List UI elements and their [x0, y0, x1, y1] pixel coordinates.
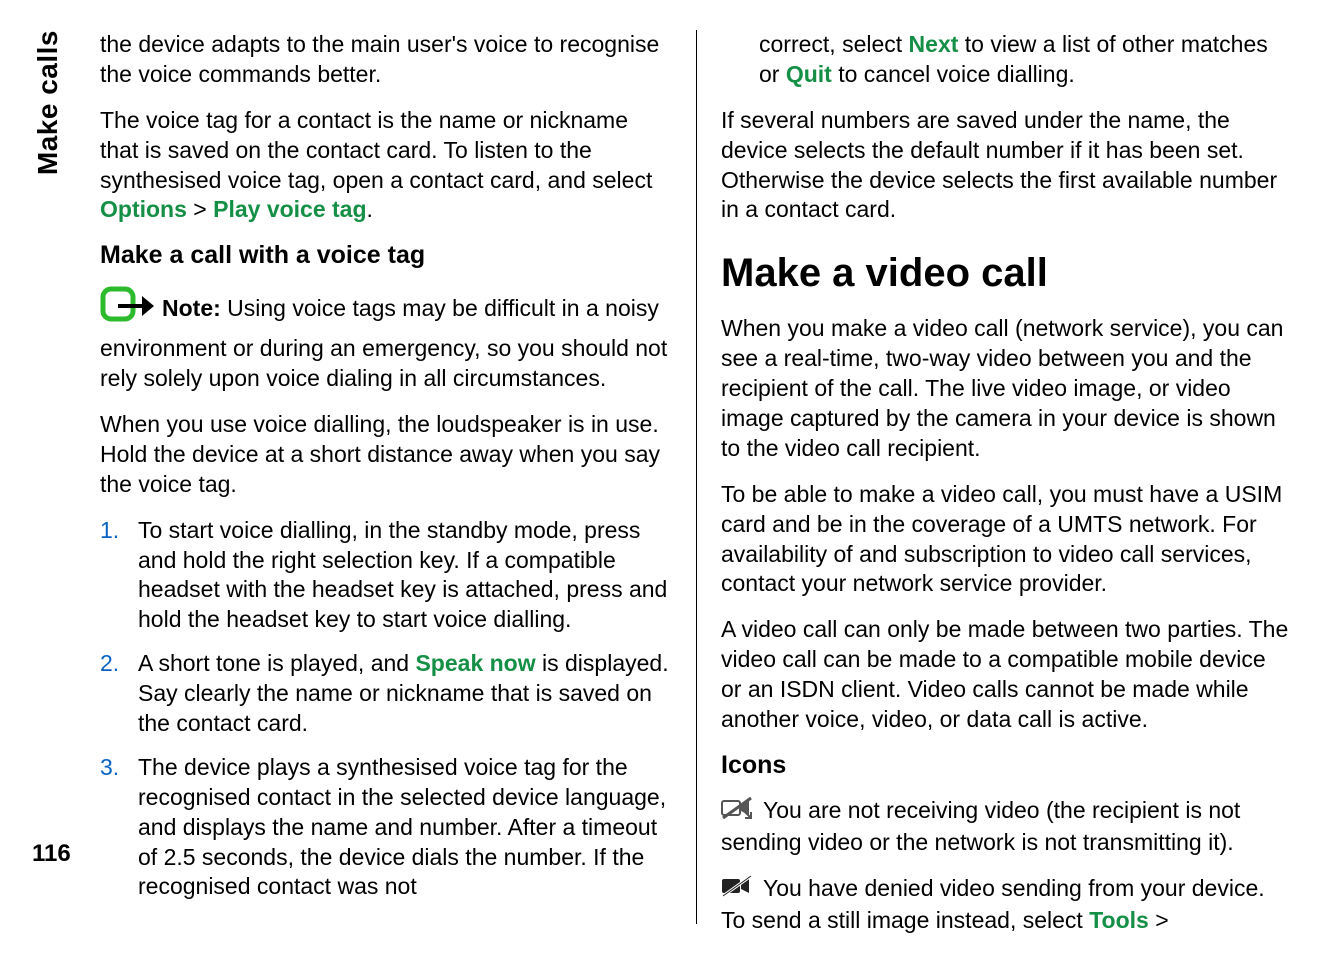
paragraph: If several numbers are saved under the n…	[721, 106, 1292, 226]
ui-option-play-voice-tag: Play voice tag	[213, 196, 366, 222]
page-content: the device adapts to the main user's voi…	[100, 30, 1292, 924]
ui-option-tools: Tools	[1089, 907, 1149, 933]
note-label: Note:	[162, 295, 227, 321]
page-number: 116	[32, 840, 71, 868]
text: You have denied video sending from your …	[721, 875, 1265, 933]
note-icon	[100, 286, 156, 334]
paragraph: When you use voice dialling, the loudspe…	[100, 410, 672, 500]
ui-prompt-speak-now: Speak now	[415, 650, 535, 676]
icons-heading: Icons	[721, 751, 1292, 780]
left-column: the device adapts to the main user's voi…	[100, 30, 696, 924]
icon-description: You are not receiving video (the recipie…	[721, 796, 1292, 858]
paragraph: When you make a video call (network serv…	[721, 314, 1292, 463]
no-receiving-video-icon	[721, 796, 753, 828]
denied-video-sending-icon	[721, 874, 753, 906]
section-heading: Make a video call	[721, 251, 1292, 296]
text: .	[367, 196, 373, 222]
text: correct, select	[759, 31, 909, 57]
ui-option-quit: Quit	[786, 61, 832, 87]
step-item: The device plays a synthesised voice tag…	[100, 753, 672, 902]
subheading: Make a call with a voice tag	[100, 241, 672, 270]
note-paragraph: Note: Using voice tags may be difficult …	[100, 286, 672, 394]
ui-option-next: Next	[909, 31, 959, 57]
text: You are not receiving video (the recipie…	[721, 797, 1240, 855]
text: >	[1149, 907, 1169, 933]
step-continuation: correct, select Next to view a list of o…	[721, 30, 1292, 90]
paragraph: The voice tag for a contact is the name …	[100, 106, 672, 226]
step-item: A short tone is played, and Speak now is…	[100, 649, 672, 739]
paragraph: To be able to make a video call, you mus…	[721, 480, 1292, 600]
numbered-steps: To start voice dialling, in the standby …	[100, 516, 672, 903]
text: to cancel voice dialling.	[832, 61, 1075, 87]
text: A short tone is played, and	[138, 650, 415, 676]
paragraph: the device adapts to the main user's voi…	[100, 30, 672, 90]
text: >	[187, 196, 213, 222]
paragraph: A video call can only be made between tw…	[721, 615, 1292, 735]
text: The voice tag for a contact is the name …	[100, 107, 652, 193]
ui-option-options: Options	[100, 196, 187, 222]
right-column: correct, select Next to view a list of o…	[696, 30, 1292, 924]
sidebar-tab: Make calls	[32, 30, 64, 175]
icon-description: You have denied video sending from your …	[721, 874, 1292, 936]
step-item: To start voice dialling, in the standby …	[100, 516, 672, 636]
